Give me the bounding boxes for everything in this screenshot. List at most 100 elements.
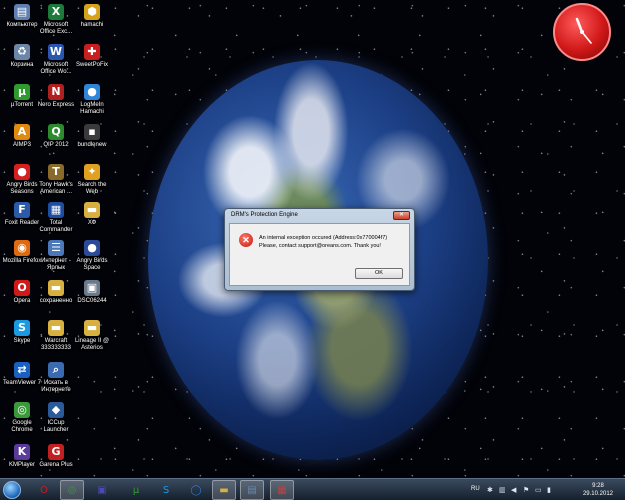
office-word-icon: W — [48, 44, 64, 60]
desktop-icon-label: QIP 2012 — [43, 142, 69, 148]
volume-icon[interactable]: ◀ — [511, 486, 516, 494]
desktop-icon-label: ICCup Launcher — [43, 420, 69, 433]
ok-button[interactable]: OK — [355, 268, 403, 279]
desktop-icon-label: DSC06244 — [77, 298, 107, 304]
start-button[interactable] — [3, 481, 21, 499]
skype-icon: S — [162, 484, 170, 496]
clock-gadget[interactable] — [553, 3, 611, 61]
desktop-icon-nero-express[interactable]: N Nero Express — [36, 84, 76, 124]
desktop-icon-hamachi[interactable]: ⬢ hamachi — [72, 4, 112, 44]
office-excel-icon: X — [48, 4, 64, 20]
desktop-icon-internet-shortcut[interactable]: ☰ Интернет - Ярлык — [36, 240, 76, 280]
desktop-icon-lineage2-folder[interactable]: ▬ Lineage II @ Asterios — [72, 320, 112, 360]
desktop-icon-label: Search the Web — [77, 182, 107, 195]
recycle-bin-icon: ♻ — [14, 44, 30, 60]
desktop-icon-office-word[interactable]: W Microsoft Office Wo... — [36, 44, 76, 84]
desktop-icon-iccup-launcher[interactable]: ◆ ICCup Launcher — [36, 402, 76, 442]
language-indicator[interactable]: RU — [471, 486, 480, 492]
desktop-icon-tony-hawk[interactable]: T Tony Hawk's American ... — [36, 164, 76, 204]
nero-express-icon: N — [48, 84, 64, 100]
desktop-icon-label: Tony Hawk's American ... — [39, 182, 73, 195]
warcraft-folder-icon: ▬ — [48, 320, 64, 336]
angry-birds-seasons-icon: ● — [14, 164, 30, 180]
clock-icon — [575, 17, 592, 44]
desktop-icon-search-the-web[interactable]: ✦ Search the Web — [72, 164, 112, 204]
desktop-icon-label: Nero Express — [37, 102, 75, 108]
bundlenew-icon: ▪ — [84, 124, 100, 140]
taskbar-button-utorrent[interactable]: µ — [124, 480, 148, 500]
system-tray: RU ✱ ▥ ◀ ⚑ ▭ ▮ 9:28 29.10.2012 — [471, 481, 621, 499]
error-dialog: DRM's Protection Engine ✕ ✕ An internal … — [224, 208, 415, 291]
taskbar-button-save[interactable]: ▣ — [90, 480, 114, 500]
garena-plus-icon: G — [48, 444, 64, 460]
dialog-message-line2: Please, contact support@oreans.com. Than… — [259, 243, 381, 249]
desktop-icon-dsc06244[interactable]: ▣ DSC06244 — [72, 280, 112, 320]
close-button[interactable]: ✕ — [393, 211, 410, 220]
computer-icon: ▤ — [14, 4, 30, 20]
taskbar-button-explorer[interactable]: ▬ — [212, 480, 236, 500]
search-internet-icon: ⌕ — [48, 362, 64, 378]
desktop-icon-label: hamachi — [80, 22, 104, 28]
aimp3-icon: A — [14, 124, 30, 140]
desktop-icon-qip-2012[interactable]: Q QIP 2012 — [36, 124, 76, 164]
desktop-icon-label: Total Commander — [39, 220, 73, 233]
app-window-icon: ▤ — [247, 484, 257, 496]
saved-folder-icon: ▬ — [48, 280, 64, 296]
internet-shortcut-icon: ☰ — [48, 240, 64, 256]
desktop-icon-label: Garena Plus — [39, 462, 73, 468]
app-error-icon: ▦ — [277, 484, 287, 496]
angry-birds-space-icon: ● — [84, 240, 100, 256]
taskbar-button-app-window[interactable]: ▤ — [240, 480, 264, 500]
taskbar-button-search[interactable]: ◯ — [184, 480, 208, 500]
desktop-icon-warcraft-folder[interactable]: ▬ Warcraft 333333333 — [36, 320, 76, 360]
explorer-icon: ▬ — [219, 484, 229, 496]
taskbar-button-app-error[interactable]: ▦ — [270, 480, 294, 500]
utorrent-icon: µ — [14, 84, 30, 100]
desktop-icon-label: LogMeIn Hamachi — [80, 102, 104, 115]
desktop-icon-label: Искать в Интернете — [41, 380, 71, 393]
dsc06244-icon: ▣ — [84, 280, 100, 296]
error-icon: ✕ — [239, 233, 253, 247]
desktop-icon-label: Lineage II @ Asterios — [74, 338, 110, 351]
desktop-icon-label: bundlenew — [77, 142, 107, 148]
desktop-icon-label: SweetPoFix — [75, 62, 108, 68]
flag-icon[interactable]: ⚑ — [523, 486, 529, 494]
clock-readout[interactable]: 9:28 29.10.2012 — [583, 482, 613, 498]
desktop-icon-folder-xf[interactable]: ▬ ХФ — [72, 202, 112, 242]
google-chrome-icon: ◎ — [14, 402, 30, 418]
taskbar: O ◎ ▣ µ S ◯ ▬ ▤ ▦ RU ✱ ▥ ◀ ⚑ ▭ ▮ 9:28 29.10.2012 — [0, 478, 625, 500]
utorrent-icon: µ — [132, 484, 140, 496]
desktop-icon-total-commander[interactable]: ▦ Total Commander — [36, 202, 76, 242]
time-text: 9:28 — [592, 483, 604, 489]
opera-icon: O — [40, 484, 48, 496]
bluetooth-icon[interactable]: ✱ — [487, 486, 493, 494]
save-icon: ▣ — [97, 484, 107, 496]
kmplayer-icon: K — [14, 444, 30, 460]
desktop-icon-label: Warcraft 333333333 — [40, 338, 72, 351]
tony-hawk-icon: T — [48, 164, 64, 180]
desktop-icon-label: Microsoft Office Exc... — [39, 22, 73, 35]
desktop-icon-saved-folder[interactable]: ▬ сохраненно — [36, 280, 76, 320]
desktop-icon-bundlenew[interactable]: ▪ bundlenew — [72, 124, 112, 164]
desktop-icon-angry-birds-space[interactable]: ● Angry Birds Space — [72, 240, 112, 280]
desktop-icon-sweetpofix[interactable]: ✚ SweetPoFix — [72, 44, 112, 84]
desktop-icon-search-internet[interactable]: ⌕ Искать в Интернете — [36, 362, 76, 402]
desktop-icon-label: Интернет - Ярлык — [41, 258, 71, 271]
skype-icon: S — [14, 320, 30, 336]
taskbar-button-opera[interactable]: O — [32, 480, 56, 500]
desktop-icon-office-excel[interactable]: X Microsoft Office Exc... — [36, 4, 76, 44]
mozilla-firefox-icon: ◉ — [14, 240, 30, 256]
dialog-message: An internal exception occured (Address:0… — [259, 234, 409, 250]
desktop-icon-logmein-hamachi[interactable]: ● LogMeIn Hamachi — [72, 84, 112, 124]
taskbar-button-chrome[interactable]: ◎ — [60, 480, 84, 500]
desktop-icon-label: сохраненно — [39, 298, 73, 304]
taskbar-button-skype[interactable]: S — [154, 480, 178, 500]
dialog-body: ✕ An internal exception occured (Address… — [229, 223, 410, 286]
network-icon[interactable]: ▥ — [499, 486, 506, 494]
dialog-message-line1: An internal exception occured (Address:0… — [259, 235, 388, 241]
iccup-launcher-icon: ◆ — [48, 402, 64, 418]
date-text: 29.10.2012 — [582, 491, 613, 497]
foxit-reader-icon: F — [14, 202, 30, 218]
battery-icon[interactable]: ▭ — [535, 486, 542, 494]
signal-icon[interactable]: ▮ — [547, 486, 551, 494]
